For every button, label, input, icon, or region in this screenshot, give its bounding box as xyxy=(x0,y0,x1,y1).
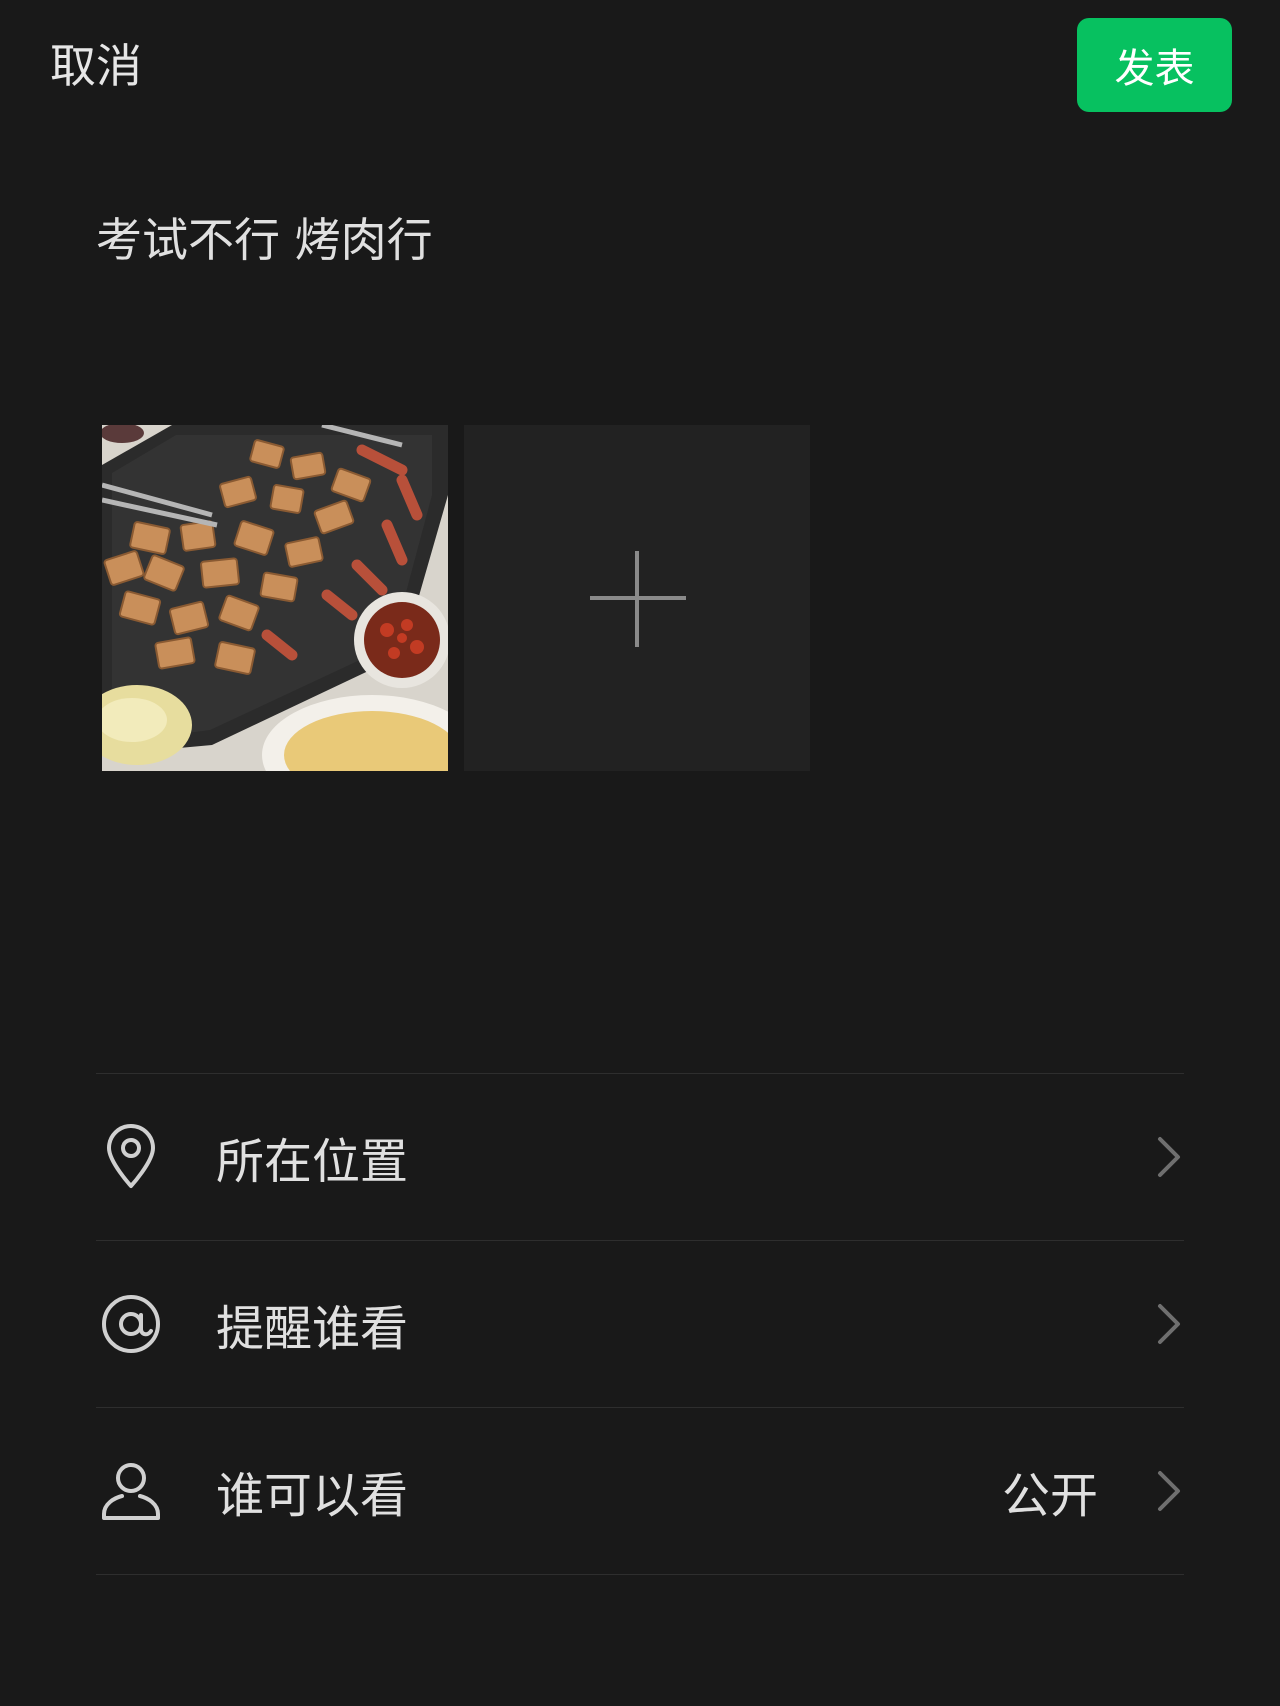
person-icon xyxy=(96,1456,166,1526)
cancel-button[interactable]: 取消 xyxy=(50,36,142,96)
at-sign-icon xyxy=(96,1289,166,1359)
divider xyxy=(96,1574,1184,1575)
chevron-right-icon xyxy=(1158,1304,1180,1344)
bbq-photo-illustration xyxy=(102,425,448,771)
chevron-right-icon xyxy=(1158,1471,1180,1511)
add-photo-button[interactable] xyxy=(464,425,810,771)
photo-thumbnail[interactable] xyxy=(102,425,448,771)
publish-button[interactable]: 发表 xyxy=(1077,18,1232,112)
chevron-right-icon xyxy=(1158,1137,1180,1177)
location-pin-icon xyxy=(96,1122,166,1192)
location-label: 所在位置 xyxy=(216,1134,409,1190)
location-row[interactable]: 所在位置 xyxy=(96,1074,1184,1240)
post-text[interactable]: 考试不行 烤肉行 xyxy=(96,210,433,270)
remind-label: 提醒谁看 xyxy=(216,1301,409,1357)
plus-icon-vertical xyxy=(635,551,639,647)
visibility-label: 谁可以看 xyxy=(216,1468,409,1524)
visibility-row[interactable]: 谁可以看 公开 xyxy=(96,1408,1184,1574)
visibility-value: 公开 xyxy=(1001,1468,1098,1524)
remind-row[interactable]: 提醒谁看 xyxy=(96,1241,1184,1407)
